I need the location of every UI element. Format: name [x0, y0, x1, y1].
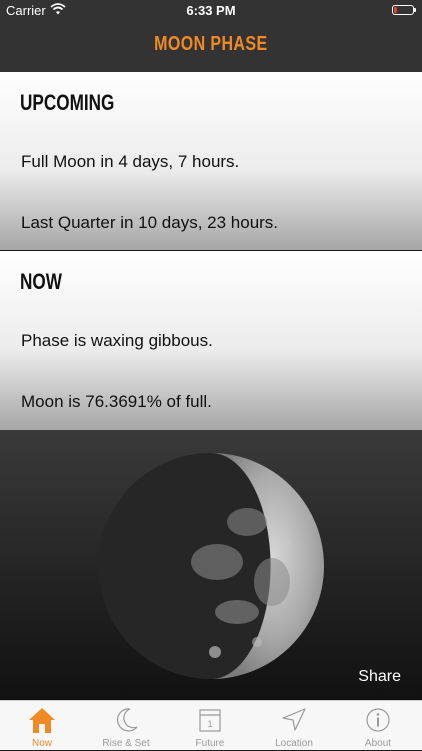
- moon-image: [98, 453, 324, 679]
- tab-future[interactable]: 1 Future: [168, 701, 252, 751]
- navigation-bar: MOON PHASE: [0, 22, 422, 72]
- now-section: NOW Phase is waxing gibbous. Moon is 76.…: [0, 251, 422, 430]
- tab-about[interactable]: About: [336, 701, 420, 751]
- illumination-percent: Moon is 76.3691% of full.: [21, 392, 212, 411]
- full-moon-countdown: Full Moon in 4 days, 7 hours.: [21, 152, 240, 171]
- status-time: 6:33 PM: [186, 3, 236, 18]
- tab-label: About: [364, 738, 392, 749]
- now-heading: NOW: [20, 269, 62, 294]
- tab-bar: Now Rise & Set 1 Future Location About: [0, 700, 422, 750]
- tab-rise-and-set[interactable]: Rise & Set: [84, 701, 168, 751]
- tab-label: Future: [195, 738, 225, 749]
- tab-location[interactable]: Location: [252, 701, 336, 751]
- tab-now[interactable]: Now: [0, 701, 84, 751]
- moon-display: Share: [0, 430, 422, 700]
- location-arrow-icon: [279, 706, 309, 734]
- battery-icon: [392, 5, 416, 15]
- phase-description: Phase is waxing gibbous.: [21, 331, 213, 350]
- tab-label: Location: [275, 738, 313, 749]
- tab-label: Rise & Set: [102, 738, 150, 749]
- svg-text:1: 1: [207, 719, 212, 729]
- upcoming-section: UPCOMING Full Moon in 4 days, 7 hours. L…: [0, 72, 422, 250]
- calendar-icon: 1: [195, 706, 225, 734]
- info-icon: [363, 706, 393, 734]
- tab-label: Now: [31, 738, 52, 749]
- upcoming-heading: UPCOMING: [20, 90, 115, 115]
- status-bar: Carrier 6:33 PM: [0, 0, 422, 22]
- page-title: MOON PHASE: [154, 33, 268, 55]
- crescent-moon-icon: [111, 706, 141, 734]
- last-quarter-countdown: Last Quarter in 10 days, 23 hours.: [21, 213, 279, 232]
- share-button[interactable]: Share: [358, 668, 401, 686]
- home-icon: [27, 706, 57, 734]
